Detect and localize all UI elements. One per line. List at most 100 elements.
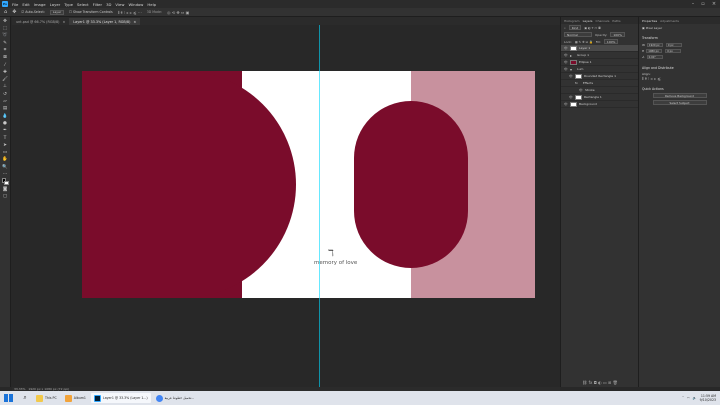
- shape-tool-icon[interactable]: ▭: [2, 150, 9, 156]
- maximize-icon[interactable]: ▫: [698, 0, 708, 8]
- adjustment-icon[interactable]: ◐: [598, 380, 602, 385]
- eye-icon[interactable]: 👁: [569, 95, 573, 99]
- remove-background-button[interactable]: Remove Background: [652, 93, 707, 98]
- screen-mode-icon[interactable]: ▢: [2, 193, 9, 199]
- dodge-tool-icon[interactable]: ●: [2, 120, 9, 126]
- 3d-icons[interactable]: ◎ ⟲ ✥ ⇔ ▣: [167, 10, 189, 15]
- tab-properties[interactable]: Properties: [642, 19, 657, 23]
- windows-start-icon[interactable]: [4, 393, 13, 403]
- layer-row[interactable]: 👁 ▾ Lum: [561, 66, 638, 73]
- gradient-tool-icon[interactable]: ▤: [2, 106, 9, 112]
- quick-select-tool-icon[interactable]: ✎: [2, 40, 9, 46]
- color-swatches-icon[interactable]: [1, 178, 9, 186]
- minimize-icon[interactable]: –: [688, 0, 698, 8]
- healing-brush-icon[interactable]: ✚: [2, 69, 9, 75]
- close-tab-icon[interactable]: ×: [133, 20, 136, 24]
- width-field[interactable]: 1920 px: [646, 43, 663, 47]
- menu-type[interactable]: Type: [64, 2, 73, 7]
- blur-tool-icon[interactable]: 💧: [2, 113, 9, 119]
- angle-field[interactable]: 0.00°: [646, 55, 663, 59]
- layer-row[interactable]: 👁 Layer 1: [561, 45, 638, 52]
- crop-tool-icon[interactable]: ⌗: [2, 47, 9, 53]
- align-icons[interactable]: ⫴ ⫵ ⫶ ⫷ ⫸ ⫹ ⋯: [118, 10, 142, 15]
- tab-histogram[interactable]: Histogram: [564, 19, 580, 23]
- path-select-icon[interactable]: ➤: [2, 142, 9, 148]
- eye-icon[interactable]: 👁: [564, 60, 568, 64]
- fill-field[interactable]: 100%: [603, 39, 619, 44]
- x-field[interactable]: 0 px: [665, 43, 682, 47]
- eye-icon[interactable]: 👁: [564, 102, 568, 106]
- tab-layer1[interactable]: Layer1 @ 33.3% (Layer 1, RGB/8) ×: [69, 18, 141, 25]
- more-tools-icon[interactable]: ⋯: [2, 172, 9, 178]
- quick-mask-icon[interactable]: ◙: [2, 186, 9, 192]
- layer-row[interactable]: fx Effects: [561, 80, 638, 87]
- menu-view[interactable]: View: [115, 2, 124, 7]
- chevron-up-icon[interactable]: ˄: [682, 396, 684, 400]
- layer-row[interactable]: 👁 ▸ Group 1: [561, 52, 638, 59]
- close-icon[interactable]: ×: [709, 0, 719, 8]
- new-layer-icon[interactable]: ⊞: [608, 380, 611, 385]
- taskbar-app[interactable]: تحميل خطوط عربية...: [153, 393, 198, 403]
- menu-layer[interactable]: Layer: [50, 2, 61, 7]
- clone-stamp-icon[interactable]: ⊥: [2, 84, 9, 90]
- tab-unt[interactable]: unt.psd @ 66.7% (RGB/8) ×: [12, 18, 70, 25]
- layer-dropdown[interactable]: Layer: [49, 9, 65, 15]
- zoom-tool-icon[interactable]: 🔍: [2, 164, 9, 170]
- taskbar-app[interactable]: Layer1 @ 33.3% (Layer 1...): [90, 393, 151, 403]
- marquee-tool-icon[interactable]: ⬚: [2, 26, 9, 32]
- clock[interactable]: 11:59 AM 9/10/2023: [700, 394, 716, 402]
- menu-3d[interactable]: 3D: [106, 2, 111, 7]
- menu-image[interactable]: Image: [34, 2, 46, 7]
- eyedropper-tool-icon[interactable]: ⁄: [2, 62, 9, 68]
- eye-icon[interactable]: 👁: [569, 74, 573, 78]
- tab-adjustments[interactable]: Adjustments: [660, 19, 679, 23]
- type-tool-icon[interactable]: T: [2, 135, 9, 141]
- blend-mode-dropdown[interactable]: Normal: [564, 32, 592, 37]
- frame-tool-icon[interactable]: ⊠: [2, 55, 9, 61]
- close-tab-icon[interactable]: ×: [62, 20, 65, 24]
- filter-icons[interactable]: ▣ ◐ T ▭ ◘: [584, 26, 600, 30]
- tab-paths[interactable]: Paths: [612, 19, 620, 23]
- brush-tool-icon[interactable]: 🖌: [2, 77, 9, 83]
- menu-help[interactable]: Help: [147, 2, 156, 7]
- menu-window[interactable]: Window: [128, 2, 143, 7]
- eye-icon[interactable]: 👁: [564, 53, 568, 57]
- select-subject-button[interactable]: Select Subject: [652, 100, 707, 105]
- guide-line[interactable]: [319, 25, 320, 387]
- taskbar-app[interactable]: This PC: [33, 393, 60, 403]
- new-group-icon[interactable]: ▭: [603, 380, 607, 385]
- eye-icon[interactable]: 👁: [564, 67, 568, 71]
- tab-layers[interactable]: Layers: [583, 19, 593, 23]
- layer-row[interactable]: 👁 Rounded Rectangle 1: [561, 73, 638, 80]
- history-brush-icon[interactable]: ↺: [2, 91, 9, 97]
- auto-select-checkbox[interactable]: ☑ Auto-Select:: [21, 10, 44, 14]
- menu-filter[interactable]: Filter: [93, 2, 102, 7]
- tab-channels[interactable]: Channels: [596, 19, 610, 23]
- kind-dropdown[interactable]: Kind: [568, 25, 582, 30]
- move-tool-icon[interactable]: ✥: [12, 9, 16, 15]
- photoshop-logo[interactable]: Ps: [2, 1, 8, 7]
- layer-row[interactable]: 👁 Rectangle 1: [561, 94, 638, 101]
- hand-tool-icon[interactable]: ✋: [2, 157, 9, 163]
- eye-icon[interactable]: 👁: [564, 46, 568, 50]
- fx-button-icon[interactable]: fx: [589, 380, 593, 385]
- height-field[interactable]: 1080 px: [646, 49, 663, 53]
- search-icon[interactable]: ⌕: [19, 394, 31, 402]
- lasso-tool-icon[interactable]: ➰: [2, 33, 9, 39]
- y-field[interactable]: 0 px: [665, 49, 682, 53]
- align-icons[interactable]: ⫴ ⫵ ⫶ ⫷ ⫸ ⫹: [642, 76, 717, 81]
- layer-row[interactable]: 👁 Background: [561, 101, 638, 108]
- show-transform-checkbox[interactable]: ☐ Show Transform Controls: [69, 10, 113, 14]
- layer-row[interactable]: 👁 Ellipse 1: [561, 59, 638, 66]
- layer-row[interactable]: 👁 Stroke: [561, 87, 638, 94]
- lock-icons[interactable]: ▦ ✎ ✥ ⊡ 🔒: [575, 40, 593, 44]
- opacity-field[interactable]: 100%: [610, 32, 625, 37]
- menu-file[interactable]: File: [12, 2, 18, 7]
- volume-icon[interactable]: 🔈: [693, 396, 697, 400]
- mask-icon[interactable]: ◘: [594, 380, 597, 385]
- menu-edit[interactable]: Edit: [22, 2, 29, 7]
- menu-select[interactable]: Select: [77, 2, 89, 7]
- wifi-icon[interactable]: ◠: [687, 396, 690, 400]
- eraser-tool-icon[interactable]: ▱: [2, 99, 9, 105]
- move-tool-icon[interactable]: ✥: [2, 18, 9, 24]
